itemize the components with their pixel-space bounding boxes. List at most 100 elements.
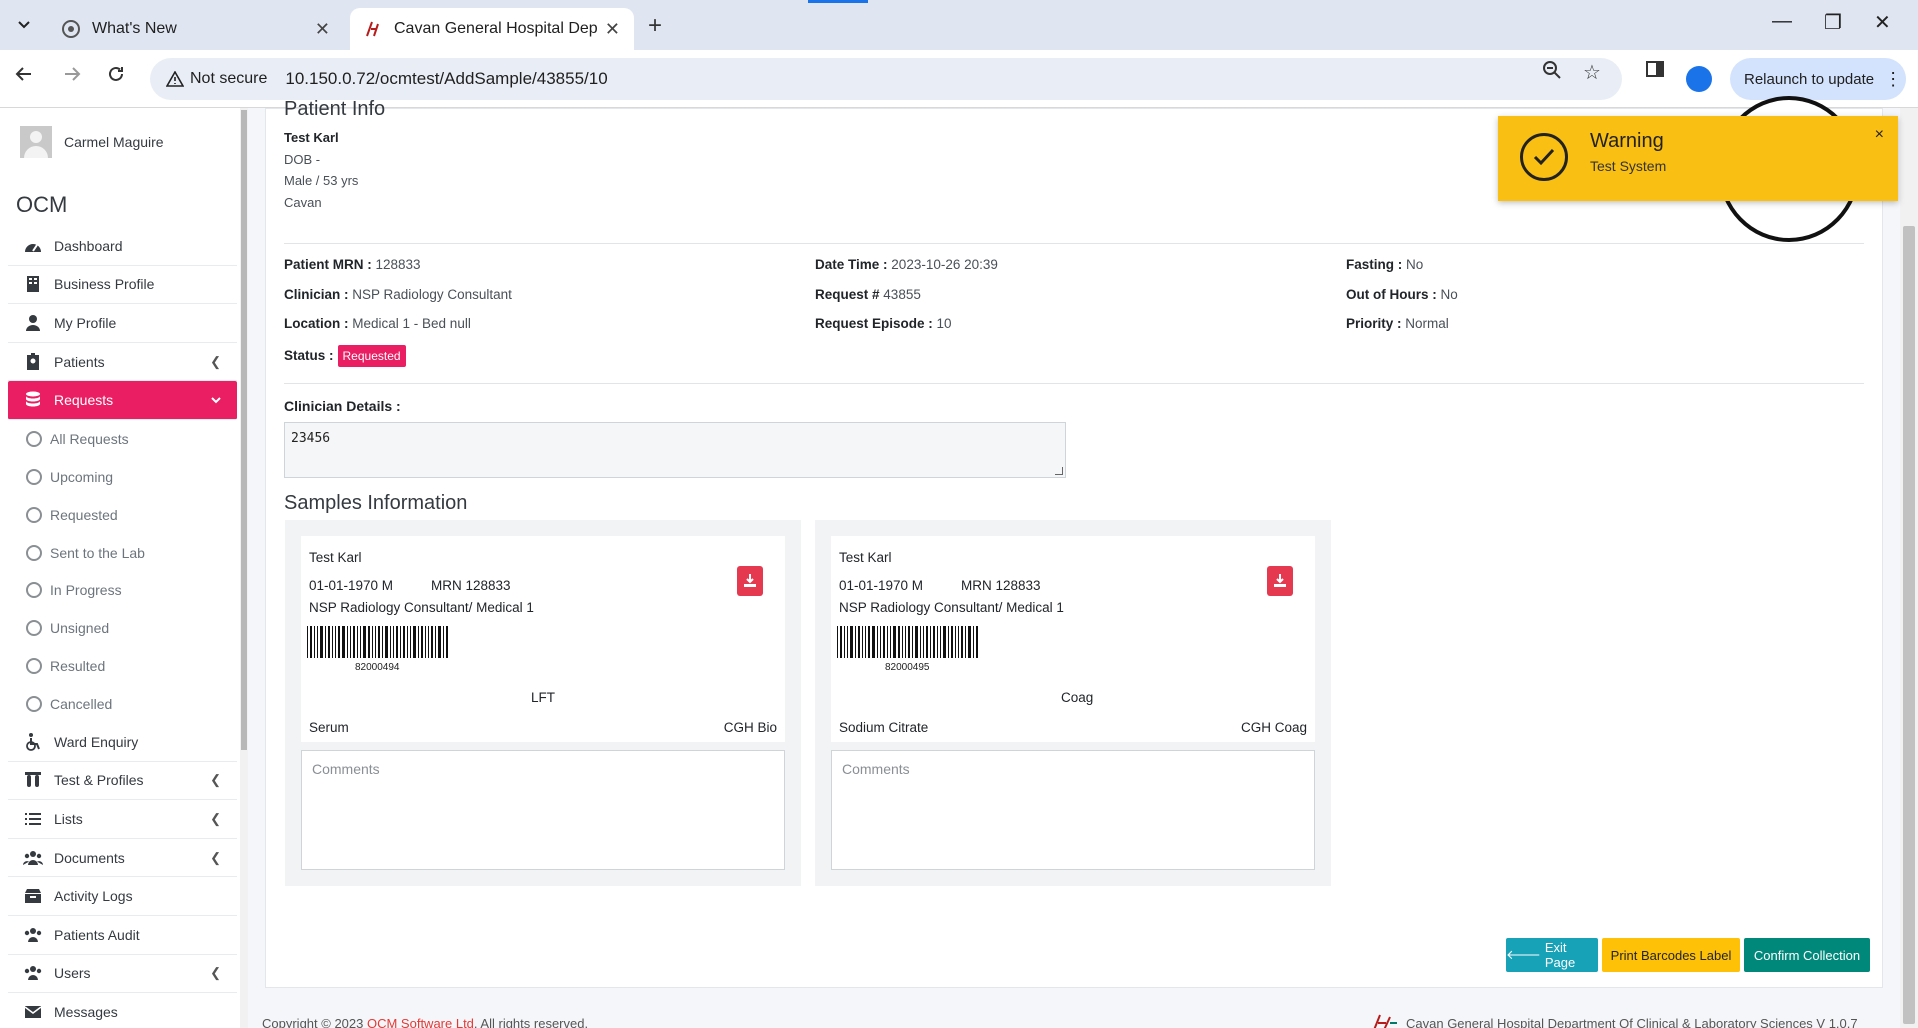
barcode-image xyxy=(837,626,997,658)
relaunch-button[interactable]: Relaunch to update ⋮ xyxy=(1730,58,1906,100)
sidebar-item-patients[interactable]: Patients ❮ xyxy=(8,343,237,382)
print-label-icon[interactable] xyxy=(1267,566,1293,596)
sample-department: CGH Bio xyxy=(723,720,777,735)
sidebar-item-business-profile[interactable]: Business Profile xyxy=(8,266,237,305)
sidebar-subitem-sent-to-lab[interactable]: Sent to the Lab xyxy=(8,534,237,572)
restore-icon[interactable]: ❐ xyxy=(1824,10,1842,35)
barcode-bar xyxy=(368,626,370,658)
barcode-bar xyxy=(902,626,903,658)
exit-page-label: Exit Page xyxy=(1544,940,1576,970)
sidebar-item-label: Sent to the Lab xyxy=(50,544,145,561)
samples-information-title: Samples Information xyxy=(284,492,468,514)
sidebar-subitem-in-progress[interactable]: In Progress xyxy=(8,572,237,610)
window-close-icon[interactable]: ✕ xyxy=(1874,10,1891,35)
sidebar-item-messages[interactable]: Messages xyxy=(8,993,237,1028)
sidebar-subitem-unsigned[interactable]: Unsigned xyxy=(8,609,237,647)
barcode-bar xyxy=(338,626,340,658)
address-bar[interactable]: Not secure 10.150.0.72/ocmtest/AddSample… xyxy=(150,58,1622,100)
sidebar-subitem-resulted[interactable]: Resulted xyxy=(8,647,237,685)
barcode-bar xyxy=(883,626,885,658)
chevron-left-icon: ❮ xyxy=(210,353,221,369)
circle-icon xyxy=(26,696,42,713)
barcode-bar xyxy=(893,626,896,658)
page-scrollbar[interactable] xyxy=(1900,108,1918,1028)
sidebar-item-requests[interactable]: Requests xyxy=(8,381,237,420)
barcode-bar xyxy=(350,626,351,658)
barcode-bar xyxy=(915,626,918,658)
sidebar-scrollbar[interactable] xyxy=(240,108,248,1028)
sample-comments-input[interactable]: Comments xyxy=(831,750,1315,870)
sidebar-item-my-profile[interactable]: My Profile xyxy=(8,304,237,343)
database-icon xyxy=(22,391,44,409)
sidebar-item-label: Test & Profiles xyxy=(54,772,144,789)
sidebar-item-lists[interactable]: Lists ❮ xyxy=(8,800,237,839)
more-vert-icon[interactable]: ⋮ xyxy=(1884,69,1902,90)
barcode-bar xyxy=(353,626,355,658)
resize-handle-icon[interactable] xyxy=(1055,467,1063,475)
user-name: Carmel Maguire xyxy=(64,134,164,150)
sidebar-subitem-all-requests[interactable]: All Requests xyxy=(8,420,237,458)
barcode-bar xyxy=(961,626,963,658)
barcode-bar xyxy=(446,626,448,658)
sidebar-item-users[interactable]: Users ❮ xyxy=(8,955,237,994)
sidebar-item-ward-enquiry[interactable]: Ward Enquiry xyxy=(8,723,237,762)
sidebar-item-dashboard[interactable]: Dashboard xyxy=(8,227,237,266)
barcode-bar xyxy=(393,626,394,658)
barcode-bar xyxy=(976,626,978,658)
confirm-collection-button[interactable]: Confirm Collection xyxy=(1744,938,1870,972)
star-icon[interactable]: ☆ xyxy=(1583,60,1601,85)
close-icon[interactable]: ✕ xyxy=(315,19,330,40)
forward-arrow-icon[interactable] xyxy=(62,64,82,90)
barcode-bar xyxy=(847,626,848,658)
relaunch-label: Relaunch to update xyxy=(1744,70,1875,88)
tab-search-button[interactable] xyxy=(10,12,38,38)
exit-page-button[interactable]: 🡐 Exit Page xyxy=(1506,938,1598,972)
sidebar-item-patients-audit[interactable]: Patients Audit xyxy=(8,916,237,955)
sample-label: Test Karl 01-01-1970 M MRN 128833 NSP Ra… xyxy=(831,536,1315,742)
barcode-bar xyxy=(325,626,326,658)
sidebar-subitem-requested[interactable]: Requested xyxy=(8,496,237,534)
sidebar-item-test-profiles[interactable]: Test & Profiles ❮ xyxy=(8,762,237,801)
sidebar-item-label: My Profile xyxy=(54,314,117,331)
barcode-bar xyxy=(314,626,315,658)
company-link[interactable]: OCM Software Ltd xyxy=(367,1016,474,1028)
barcode-bar xyxy=(908,626,910,658)
reload-icon[interactable] xyxy=(106,64,126,90)
back-arrow-icon[interactable] xyxy=(14,64,34,90)
sample-comments-input[interactable]: Comments xyxy=(301,750,785,870)
browser-tab-whats-new[interactable]: What's New ✕ xyxy=(48,8,344,50)
clinician-details-field[interactable]: 23456 xyxy=(284,422,1066,478)
sidebar-item-label: Resulted xyxy=(50,658,106,675)
print-barcodes-button[interactable]: Print Barcodes Label xyxy=(1602,938,1740,972)
new-tab-icon[interactable]: + xyxy=(648,12,662,40)
close-icon[interactable]: × xyxy=(1875,126,1884,144)
security-indicator[interactable]: Not secure xyxy=(166,70,267,88)
barcode-bar xyxy=(898,626,900,658)
chevron-left-icon: ❮ xyxy=(210,772,221,788)
user-panel[interactable]: Carmel Maguire xyxy=(20,126,164,158)
envelope-icon xyxy=(22,1005,44,1019)
sample-clinician: NSP Radiology Consultant/ Medical 1 xyxy=(309,600,534,615)
barcode-bar xyxy=(958,626,959,658)
zoom-icon[interactable] xyxy=(1542,60,1562,86)
sidebar-item-label: Lists xyxy=(54,811,83,828)
patient-town: Cavan xyxy=(284,195,322,210)
sample-department: CGH Coag xyxy=(1240,720,1307,735)
sidebar-item-activity-logs[interactable]: Activity Logs xyxy=(8,877,237,917)
minimize-icon[interactable]: — xyxy=(1772,10,1792,33)
sample-test: LFT xyxy=(531,690,556,705)
sidebar-subitem-cancelled[interactable]: Cancelled xyxy=(8,685,237,723)
close-icon[interactable]: ✕ xyxy=(605,19,620,40)
toast-message: Test System xyxy=(1590,158,1667,174)
browser-tab-cavan[interactable]: Cavan General Hospital Depart ✕ xyxy=(350,8,634,50)
profile-avatar-icon[interactable] xyxy=(1686,66,1712,92)
sidebar-subitem-upcoming[interactable]: Upcoming xyxy=(8,458,237,496)
barcode-bar xyxy=(418,626,419,658)
tab-drag-accent xyxy=(808,0,868,3)
sidebar-item-documents[interactable]: Documents ❮ xyxy=(8,839,237,878)
status: Status : Requested xyxy=(284,345,406,367)
side-panel-icon[interactable] xyxy=(1646,60,1664,84)
building-icon xyxy=(22,275,44,293)
print-label-icon[interactable] xyxy=(737,566,763,596)
footer-hospital-text: Cavan General Hospital Department Of Cli… xyxy=(1406,1016,1858,1028)
